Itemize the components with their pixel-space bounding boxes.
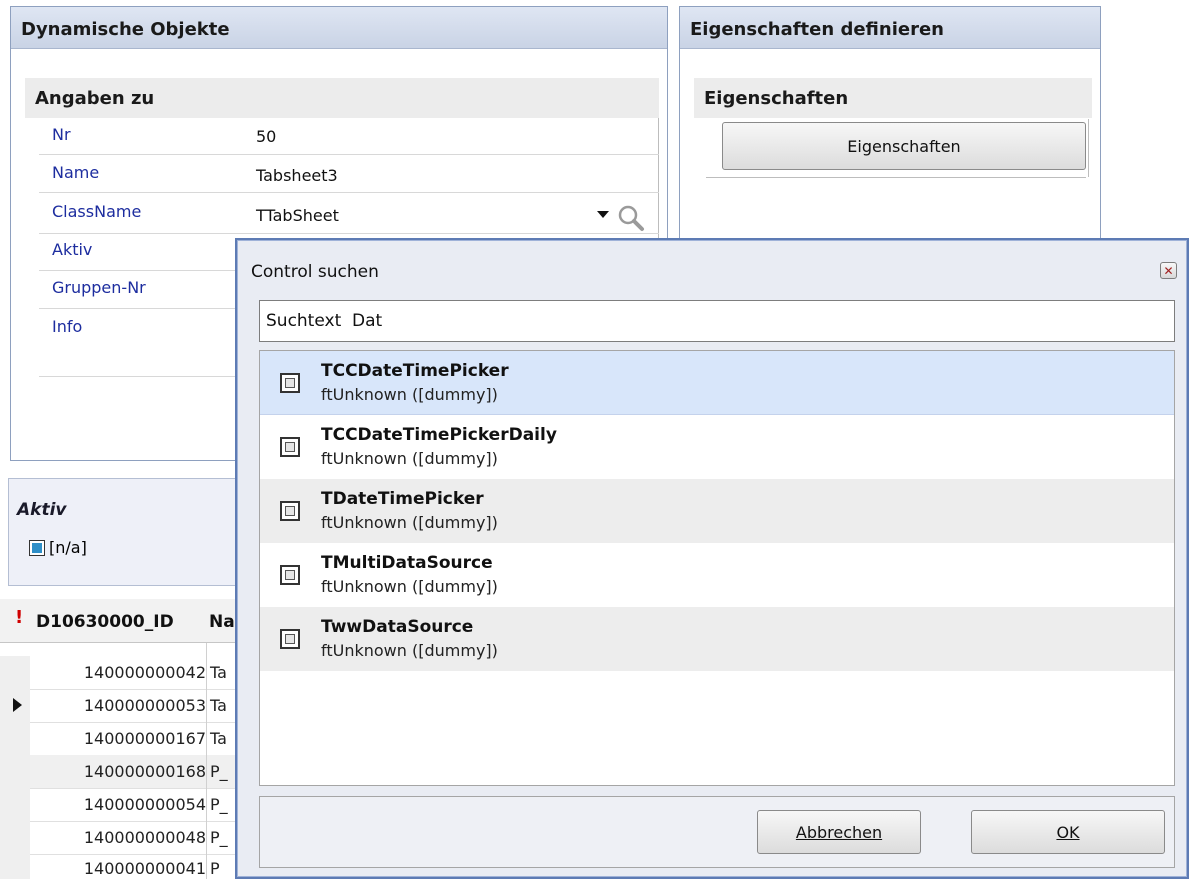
list-item[interactable]: TwwDataSource ftUnknown ([dummy]) <box>260 607 1174 671</box>
list-item[interactable]: TDateTimePicker ftUnknown ([dummy]) <box>260 479 1174 543</box>
row-name: Ta <box>210 663 227 682</box>
table-row[interactable]: 140000000167 Ta <box>0 722 240 756</box>
filter-checkbox-label: [n/a] <box>49 538 87 557</box>
filter-checkbox[interactable] <box>29 540 45 556</box>
result-field-type: ftUnknown ([dummy]) <box>321 513 498 532</box>
dialog-footer: Abbrechen OK <box>259 796 1175 868</box>
row-id: 140000000167 <box>83 729 206 748</box>
row-id: 140000000053 <box>83 696 206 715</box>
section-border <box>1088 119 1089 177</box>
column-header-id[interactable]: D10630000_ID <box>36 612 174 632</box>
table-row[interactable]: 140000000168 P_ <box>0 755 240 789</box>
row-divider <box>39 154 659 155</box>
control-component-icon <box>280 373 300 393</box>
grid-header-row: ! D10630000_ID Na <box>0 599 240 643</box>
field-label-classname: ClassName <box>52 202 142 221</box>
field-value-classname[interactable]: TTabSheet <box>256 206 339 225</box>
table-row[interactable]: 140000000053 Ta <box>0 689 240 723</box>
result-class-name: TMultiDataSource <box>321 553 493 573</box>
panel-title: Dynamische Objekte <box>11 7 667 49</box>
filter-title: Aktiv <box>17 500 67 520</box>
control-component-icon <box>280 501 300 521</box>
row-id: 140000000048 <box>83 828 206 847</box>
table-row[interactable]: 140000000042 Ta <box>0 656 240 690</box>
filter-panel: Aktiv [n/a] <box>8 478 238 586</box>
result-field-type: ftUnknown ([dummy]) <box>321 385 498 404</box>
column-divider <box>206 643 207 879</box>
current-row-arrow-icon <box>13 698 22 712</box>
table-row[interactable]: 140000000041 P <box>0 854 240 879</box>
result-class-name: TwwDataSource <box>321 617 474 637</box>
properties-button[interactable]: Eigenschaften <box>722 122 1086 170</box>
search-input[interactable] <box>259 300 1175 342</box>
row-indicator <box>0 689 30 722</box>
list-item[interactable]: TMultiDataSource ftUnknown ([dummy]) <box>260 543 1174 607</box>
result-field-type: ftUnknown ([dummy]) <box>321 577 498 596</box>
row-indicator <box>0 854 30 879</box>
section-divider <box>706 177 1086 178</box>
dropdown-arrow-icon[interactable] <box>597 211 609 218</box>
row-id: 140000000041 <box>83 859 206 878</box>
result-field-type: ftUnknown ([dummy]) <box>321 641 498 660</box>
row-name: P_ <box>210 795 228 814</box>
row-divider <box>39 233 659 234</box>
row-divider <box>39 192 659 193</box>
row-id: 140000000042 <box>83 663 206 682</box>
row-name: Ta <box>210 729 227 748</box>
panel-title: Eigenschaften definieren <box>680 7 1100 49</box>
list-item[interactable]: TCCDateTimePickerDaily ftUnknown ([dummy… <box>260 415 1174 479</box>
required-marker-icon: ! <box>15 607 24 628</box>
field-label-gruppen-nr: Gruppen-Nr <box>52 278 146 297</box>
list-item[interactable]: TCCDateTimePicker ftUnknown ([dummy]) <box>260 351 1174 415</box>
field-label-info: Info <box>52 317 83 336</box>
checkbox-indeterminate-mark <box>32 543 42 553</box>
control-search-dialog: Control suchen ✕ TCCDateTimePicker ftUnk… <box>235 238 1189 879</box>
section-header: Angaben zu <box>25 78 659 118</box>
table-row[interactable]: 140000000048 P_ <box>0 821 240 855</box>
row-indicator <box>0 821 30 854</box>
result-class-name: TCCDateTimePickerDaily <box>321 425 557 445</box>
row-indicator <box>0 788 30 821</box>
field-value-nr[interactable]: 50 <box>256 127 276 146</box>
section-header: Eigenschaften <box>694 78 1092 118</box>
control-component-icon <box>280 629 300 649</box>
results-list[interactable]: TCCDateTimePicker ftUnknown ([dummy]) TC… <box>259 350 1175 786</box>
ok-button[interactable]: OK <box>971 810 1165 854</box>
result-class-name: TDateTimePicker <box>321 489 484 509</box>
control-component-icon <box>280 565 300 585</box>
close-icon[interactable]: ✕ <box>1160 262 1177 279</box>
search-icon[interactable] <box>617 204 645 232</box>
row-name: P_ <box>210 828 228 847</box>
field-value-name[interactable]: Tabsheet3 <box>256 166 338 185</box>
column-header-name[interactable]: Na <box>209 612 235 632</box>
field-label-nr: Nr <box>52 125 71 144</box>
row-name: Ta <box>210 696 227 715</box>
row-indicator <box>0 656 30 689</box>
table-row[interactable]: 140000000054 P_ <box>0 788 240 822</box>
define-properties-panel: Eigenschaften definieren Eigenschaften E… <box>679 6 1101 246</box>
row-name: P <box>210 859 220 878</box>
dialog-title: Control suchen <box>251 262 379 282</box>
row-id: 140000000054 <box>83 795 206 814</box>
field-label-aktiv: Aktiv <box>52 240 93 259</box>
cancel-button[interactable]: Abbrechen <box>757 810 921 854</box>
result-class-name: TCCDateTimePicker <box>321 361 509 381</box>
row-id: 140000000168 <box>83 762 206 781</box>
result-field-type: ftUnknown ([dummy]) <box>321 449 498 468</box>
row-indicator <box>0 755 30 788</box>
field-label-name: Name <box>52 163 100 182</box>
row-name: P_ <box>210 762 228 781</box>
control-component-icon <box>280 437 300 457</box>
row-indicator <box>0 722 30 755</box>
